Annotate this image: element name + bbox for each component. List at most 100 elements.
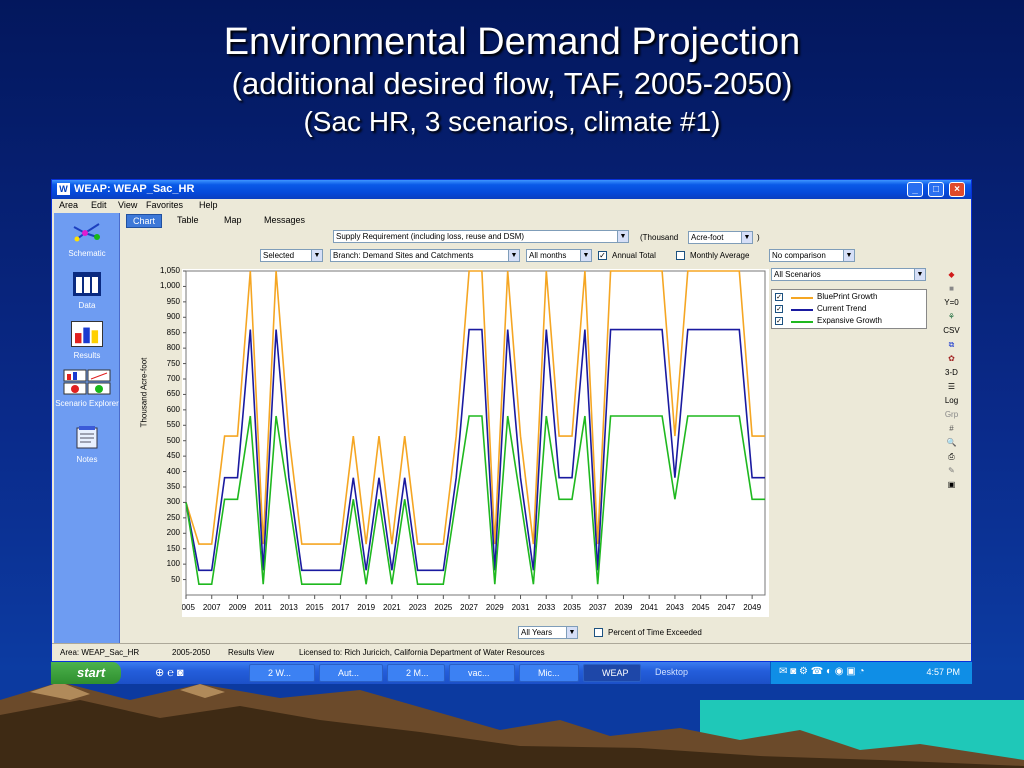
quick-launch-icons[interactable]: ⊕ ℮ ◙ — [155, 666, 184, 679]
copy-icon[interactable]: ⧉ — [939, 338, 964, 352]
y-zero-button[interactable]: Y=0 — [939, 296, 964, 310]
view-results[interactable]: Results — [54, 321, 120, 360]
menu-edit[interactable]: Edit — [91, 200, 107, 210]
task-aut[interactable]: Aut... — [319, 664, 383, 682]
view-bar: Schematic Data Results Scenario Explorer — [54, 213, 120, 643]
months-select[interactable]: All months ▼ — [526, 249, 592, 262]
chevron-down-icon: ▼ — [843, 250, 854, 261]
legend-checkbox[interactable]: ✓ — [775, 293, 783, 301]
legend-checkbox[interactable]: ✓ — [775, 317, 783, 325]
csv-button[interactable]: CSV — [939, 324, 964, 338]
results-icon — [71, 321, 103, 347]
close-button[interactable]: × — [949, 182, 965, 197]
y-tick-label: 600 — [166, 404, 180, 414]
view-notes[interactable]: Notes — [54, 425, 120, 464]
schematic-icon — [73, 223, 100, 242]
view-results-label: Results — [73, 351, 101, 360]
system-tray: ✉ ◙ ⚙ ☎ ◐ ◉ ▣ ◔ 4:57 PM — [770, 662, 972, 684]
slide-title-line1: Environmental Demand Projection — [223, 21, 801, 63]
annual-total-label: Annual Total — [612, 251, 656, 260]
print-icon[interactable]: ⎙ — [939, 450, 964, 464]
percent-exceeded-checkbox[interactable] — [594, 628, 603, 637]
monthly-average-checkbox[interactable] — [676, 251, 685, 260]
x-tick-label: 2025 — [434, 603, 452, 612]
view-data[interactable]: Data — [54, 271, 120, 310]
data-icon — [73, 272, 101, 296]
y-tick-label: 1,000 — [159, 281, 180, 291]
chart-color-icon[interactable]: ■ — [939, 282, 964, 296]
zoom-icon[interactable]: 🔍 — [939, 436, 964, 450]
three-d-button[interactable]: 3-D — [939, 366, 964, 380]
status-period: 2005-2050 — [172, 648, 211, 657]
menu-view[interactable]: View — [118, 200, 137, 210]
y-tick-label: 400 — [166, 466, 180, 476]
minimize-button[interactable]: _ — [907, 182, 923, 197]
unit-select-value: Acre-foot — [691, 233, 724, 242]
slide-title-line3: (Sac HR, 3 scenarios, climate #1) — [303, 106, 721, 137]
task-2m[interactable]: 2 M... — [387, 664, 445, 682]
settings-icon[interactable]: ✿ — [939, 352, 964, 366]
selected-select-value: Selected — [263, 251, 295, 260]
camera-icon[interactable]: ▣ — [939, 478, 964, 492]
desktop-toolbar[interactable]: Desktop — [655, 667, 688, 677]
maximize-button[interactable]: □ — [928, 182, 944, 197]
months-select-value: All months — [529, 251, 567, 260]
menu-favorites[interactable]: Favorites — [146, 200, 183, 210]
x-tick-label: 2013 — [280, 603, 298, 612]
window-titlebar[interactable]: W WEAP: WEAP_Sac_HR _ □ × — [52, 180, 971, 199]
tab-messages[interactable]: Messages — [258, 214, 311, 228]
view-schematic[interactable]: Schematic — [54, 219, 120, 258]
task-2w[interactable]: 2 W... — [249, 664, 315, 682]
x-tick-label: 2045 — [692, 603, 710, 612]
legend-label: Expansive Growth — [817, 316, 882, 325]
annual-total-checkbox[interactable]: ✓ — [598, 251, 607, 260]
variable-select[interactable]: Supply Requirement (including loss, reus… — [333, 230, 629, 243]
x-tick-label: 2039 — [615, 603, 633, 612]
comparison-select[interactable]: No comparison ▼ — [769, 249, 855, 262]
task-vac[interactable]: vac... — [449, 664, 515, 682]
chart-type-icon[interactable]: ◆ — [939, 268, 964, 282]
grid-icon[interactable]: # — [939, 422, 964, 436]
branch-select[interactable]: Branch: Demand Sites and Catchments ▼ — [330, 249, 520, 262]
y-tick-label: 800 — [166, 343, 180, 353]
y-tick-label: 550 — [166, 420, 180, 430]
x-tick-label: 2027 — [460, 603, 478, 612]
legend-checkbox[interactable]: ✓ — [775, 305, 783, 313]
tab-chart[interactable]: Chart — [126, 214, 163, 228]
tab-table[interactable]: Table — [171, 214, 205, 228]
x-tick-label: 2031 — [512, 603, 530, 612]
menu-area[interactable]: Area — [59, 200, 78, 210]
y-tick-label: 900 — [166, 312, 180, 322]
log-button[interactable]: Log — [939, 394, 964, 408]
view-scenario-explorer[interactable]: Scenario Explorer — [54, 369, 120, 408]
lines-icon[interactable]: ☰ — [939, 380, 964, 394]
status-license: Licensed to: Rich Juricich, California D… — [299, 648, 545, 657]
tray-icons[interactable]: ✉ ◙ ⚙ ☎ ◐ ◉ ▣ ◔ — [779, 666, 865, 677]
years-select-value: All Years — [521, 628, 553, 637]
unit-select[interactable]: Acre-foot ▼ — [688, 231, 753, 244]
grp-button[interactable]: Grp — [939, 408, 964, 422]
start-label: start — [77, 665, 106, 680]
menu-help[interactable]: Help — [199, 200, 218, 210]
unit-suffix: ) — [757, 233, 760, 242]
save-icon[interactable]: ✎ — [939, 464, 964, 478]
scenario-select[interactable]: All Scenarios ▼ — [771, 268, 926, 281]
status-bar: Area: WEAP_Sac_HR 2005-2050 Results View… — [52, 643, 971, 661]
view-scenario-explorer-label: Scenario Explorer — [55, 399, 119, 408]
task-mic[interactable]: Mic... — [519, 664, 579, 682]
task-weap[interactable]: WEAP — [583, 664, 641, 682]
chevron-down-icon: ▼ — [508, 250, 519, 261]
chevron-down-icon: ▼ — [580, 250, 591, 261]
chevron-down-icon: ▼ — [741, 232, 752, 243]
start-button[interactable]: start — [51, 662, 121, 684]
selected-select[interactable]: Selected ▼ — [260, 249, 323, 262]
x-tick-label: 2007 — [203, 603, 221, 612]
x-tick-label: 2041 — [640, 603, 658, 612]
y-tick-label: 750 — [166, 358, 180, 368]
tab-map[interactable]: Map — [218, 214, 248, 228]
chart-style-icon[interactable]: ⚘ — [939, 310, 964, 324]
slide-title: Environmental Demand Projection (additio… — [0, 20, 1024, 140]
years-select[interactable]: All Years ▼ — [518, 626, 578, 639]
x-tick-label: 2043 — [666, 603, 684, 612]
y-tick-label: 650 — [166, 389, 180, 399]
